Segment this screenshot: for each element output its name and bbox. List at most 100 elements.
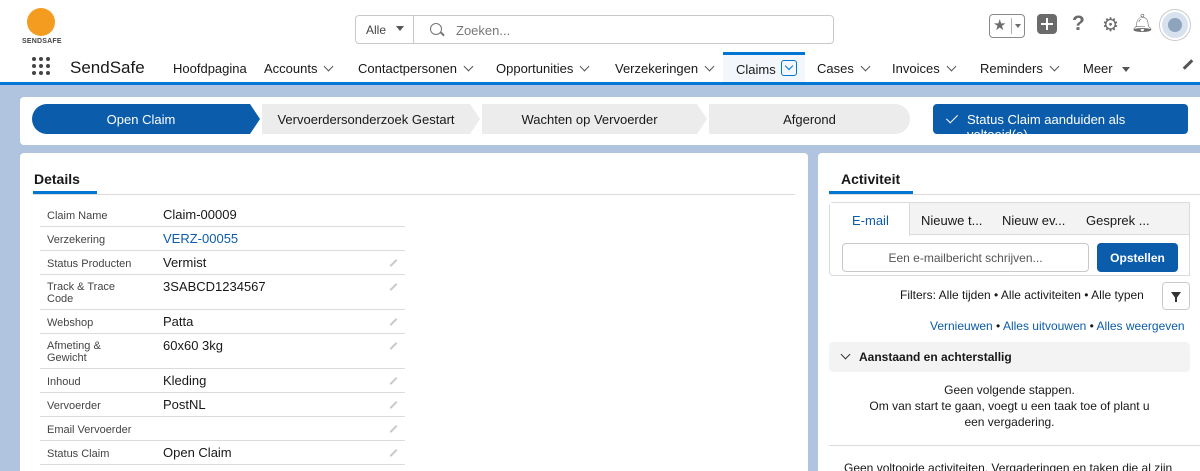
- field-label: Afmeting & Gewicht: [47, 340, 101, 364]
- path-step-wachten[interactable]: Wachten op Vervoerder: [482, 104, 697, 134]
- field-row-claim-name: Claim Name Claim-00009: [40, 203, 405, 227]
- divider: [33, 194, 795, 195]
- nav-item-label: Claims: [736, 62, 776, 77]
- nav-item-verzekeringen[interactable]: Verzekeringen: [615, 61, 715, 76]
- nav-item-reminders[interactable]: Reminders: [980, 61, 1060, 76]
- field-value: Claim-00009: [163, 207, 237, 222]
- filter-funnel-icon[interactable]: [1162, 282, 1190, 310]
- field-row-track-trace: Track & Trace Code 3SABCD1234567: [40, 275, 405, 310]
- pencil-edit-icon[interactable]: [389, 259, 398, 267]
- path-step-label: Vervoerdersonderzoek Gestart: [277, 112, 455, 127]
- pencil-edit-icon[interactable]: [389, 342, 398, 350]
- path-step-label: Afgerond: [783, 112, 836, 127]
- edit-nav-pencil-icon[interactable]: [1182, 59, 1194, 70]
- expand-all-link[interactable]: Alles uitvouwen: [1003, 319, 1086, 333]
- field-row-status-producten: Status Producten Vermist: [40, 251, 405, 275]
- mark-status-label: Status Claim aanduiden als voltooid(e): [967, 112, 1126, 142]
- field-label: Verzekering: [47, 234, 106, 246]
- nav-item-label: Opportunities: [496, 61, 574, 76]
- section-title: Aanstaand en achterstallig: [859, 350, 1012, 364]
- nav-item-opportunities[interactable]: Opportunities: [496, 61, 590, 76]
- refresh-link[interactable]: Vernieuwen: [930, 319, 993, 333]
- tab-gesprek[interactable]: Gesprek ...: [1086, 213, 1150, 228]
- publisher-box: E-mail Nieuwe t... Nieuw ev... Gesprek .…: [829, 202, 1190, 276]
- nav-item-claims[interactable]: Claims: [723, 52, 805, 82]
- section-upcoming-overdue[interactable]: Aanstaand en achterstallig: [829, 342, 1190, 372]
- verzekering-link[interactable]: VERZ-00055: [163, 231, 238, 246]
- caret-down-icon: [1121, 67, 1130, 72]
- compose-button[interactable]: Opstellen: [1097, 243, 1178, 272]
- pencil-edit-icon[interactable]: [389, 283, 398, 291]
- field-label: Track & Trace Code: [47, 281, 116, 305]
- chevron-down-icon[interactable]: [946, 61, 957, 72]
- upcoming-empty-state: Geen volgende stappen. Om van start te g…: [829, 382, 1190, 430]
- tab-nieuw-event[interactable]: Nieuw ev...: [1002, 213, 1065, 228]
- nav-item-contactpersonen[interactable]: Contactpersonen: [358, 61, 474, 76]
- divider: [829, 194, 1200, 195]
- pencil-edit-icon[interactable]: [389, 449, 398, 457]
- nav-item-label: Verzekeringen: [615, 61, 699, 76]
- logo-mark-icon: [27, 8, 55, 36]
- app-name: SendSafe: [70, 58, 145, 77]
- nav-item-meer[interactable]: Meer: [1083, 61, 1130, 76]
- sendsafe-logo[interactable]: SENDSAFE: [22, 8, 62, 48]
- path-step-open-claim[interactable]: Open Claim: [32, 104, 250, 134]
- notifications-bell-icon[interactable]: 🔔︎: [1131, 13, 1154, 34]
- field-row-status-claim: Status Claim Open Claim: [40, 441, 405, 465]
- field-label: Status Producten: [47, 258, 132, 270]
- gear-icon[interactable]: ⚙: [1102, 14, 1119, 37]
- favorites-dropdown-icon[interactable]: [1011, 18, 1021, 34]
- nav-item-label: Reminders: [980, 61, 1043, 76]
- search-input[interactable]: [456, 20, 816, 40]
- nav-item-invoices[interactable]: Invoices: [892, 61, 957, 76]
- publisher-tabs: E-mail Nieuwe t... Nieuw ev... Gesprek .…: [830, 203, 1189, 236]
- search-icon: [430, 23, 442, 35]
- nav-item-cases[interactable]: Cases: [817, 61, 871, 76]
- chevron-down-icon[interactable]: [579, 61, 590, 72]
- user-avatar[interactable]: [1160, 10, 1190, 40]
- field-row-vervoerder: Vervoerder PostNL: [40, 393, 405, 417]
- mark-status-complete-button[interactable]: Status Claim aanduiden als voltooid(e): [933, 104, 1188, 142]
- field-label: Inhoud: [47, 376, 81, 388]
- field-row-verzekering: Verzekering VERZ-00055: [40, 227, 405, 251]
- chevron-down-icon[interactable]: [704, 61, 715, 72]
- chevron-down-icon[interactable]: [781, 60, 797, 76]
- chevron-down-icon: [840, 349, 851, 360]
- pencil-edit-icon[interactable]: [389, 318, 398, 326]
- nav-item-accounts[interactable]: Accounts: [264, 61, 334, 76]
- field-label: Claim Name: [47, 210, 108, 222]
- pencil-edit-icon[interactable]: [389, 401, 398, 409]
- nav-item-label: Accounts: [264, 61, 318, 76]
- chevron-down-icon[interactable]: [324, 61, 334, 72]
- email-compose-input[interactable]: [842, 243, 1089, 272]
- tab-activiteit[interactable]: Activiteit: [841, 171, 900, 187]
- nav-item-hoofdpagina[interactable]: Hoofdpagina: [173, 61, 247, 76]
- favorites-button[interactable]: ★: [989, 14, 1025, 38]
- pencil-edit-icon[interactable]: [389, 377, 398, 385]
- chevron-down-icon[interactable]: [1049, 61, 1060, 72]
- logo-text: SENDSAFE: [22, 38, 62, 45]
- chevron-down-icon[interactable]: [860, 61, 871, 72]
- field-label: Webshop: [47, 317, 94, 329]
- chevron-down-icon[interactable]: [463, 61, 474, 72]
- nav-item-label: Contactpersonen: [358, 61, 458, 76]
- tab-details[interactable]: Details: [34, 171, 80, 187]
- search-scope-label: Alle: [366, 23, 387, 37]
- path-separator: [470, 104, 480, 134]
- path-step-vervoerdersonderzoek[interactable]: Vervoerdersonderzoek Gestart: [262, 104, 470, 134]
- view-all-link[interactable]: Alles weergeven: [1097, 319, 1185, 333]
- tab-email[interactable]: E-mail: [852, 213, 889, 228]
- help-icon[interactable]: ?: [1072, 12, 1085, 36]
- app-navigation: SendSafe Hoofdpagina Accounts Contactper…: [0, 52, 1200, 85]
- path-step-afgerond[interactable]: Afgerond: [709, 104, 910, 134]
- field-value: PostNL: [163, 397, 206, 412]
- pencil-edit-icon[interactable]: [389, 425, 398, 433]
- activity-filters-text: Filters: Alle tijden • Alle activiteiten…: [900, 288, 1144, 302]
- global-header: SENDSAFE Alle ★ ? ⚙ 🔔︎: [0, 0, 1200, 55]
- app-launcher-waffle-icon[interactable]: [32, 57, 50, 75]
- search-scope-select[interactable]: Alle: [356, 16, 414, 43]
- tab-nieuwe-taak[interactable]: Nieuwe t...: [921, 213, 982, 228]
- field-row-email-vervoerder: Email Vervoerder: [40, 417, 405, 441]
- check-icon: [945, 111, 959, 124]
- global-actions-plus-icon[interactable]: [1037, 14, 1057, 34]
